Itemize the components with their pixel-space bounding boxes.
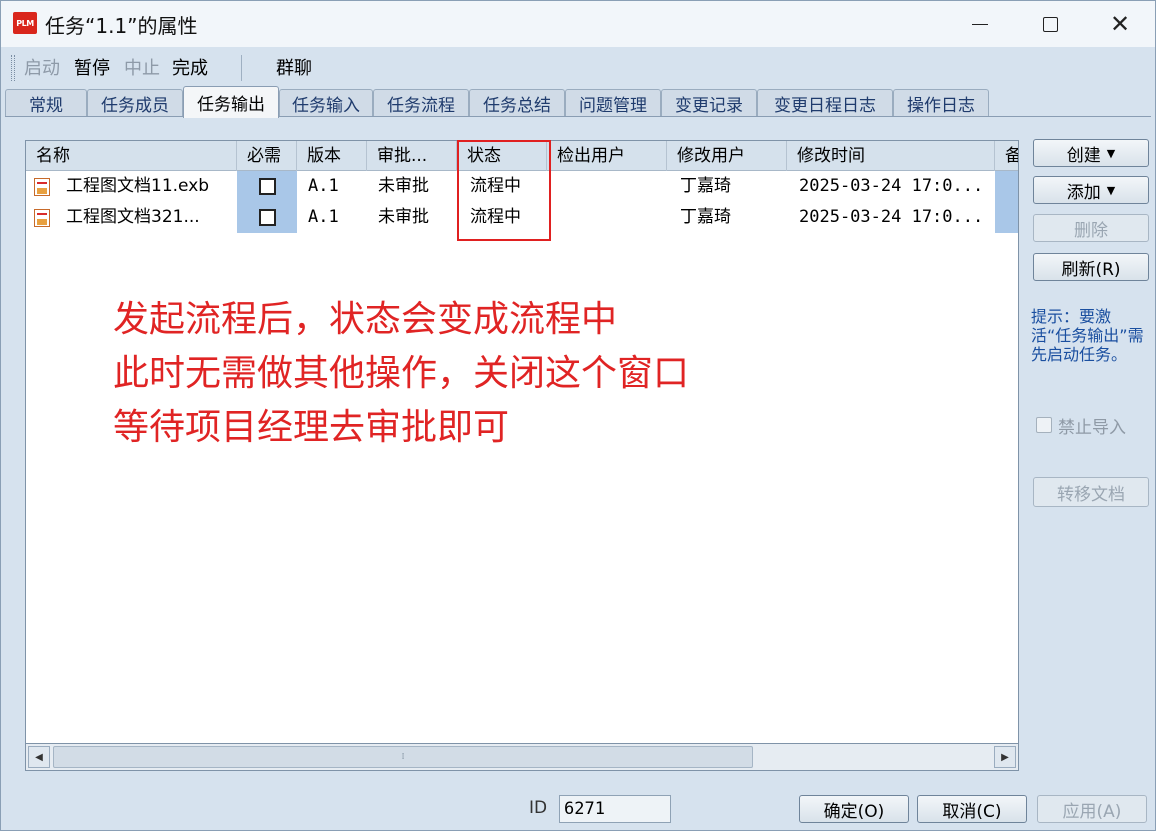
row-approval: 未审批 [378,207,429,227]
column-header-checkout-user[interactable]: 检出用户 [547,141,667,171]
refresh-button[interactable]: 刷新(R) [1033,253,1149,281]
annotation-line-3: 等待项目经理去审批即可 [113,407,510,448]
row-modify-user: 丁嘉琦 [680,207,731,227]
maximize-icon [1042,16,1058,32]
annotation-text: 发起流程后，状态会变成流程中 此时无需做其他操作，关闭这个窗口 等待项目经理去审… [113,293,689,455]
dropdown-caret-icon: ▼ [1106,183,1116,197]
minimize-icon [972,23,988,25]
add-label: 添加 [1066,182,1101,203]
minimize-button[interactable] [945,1,1015,47]
row-checkout-user [558,202,666,233]
tab-task-input[interactable]: 任务输入 [279,89,373,117]
id-label: ID [529,798,548,818]
finish-button[interactable]: 完成 [169,52,211,82]
stop-button[interactable]: 中止 [121,52,163,82]
toolbar-separator [241,55,242,81]
create-dropdown-button[interactable]: 创建 ▼ [1033,139,1149,167]
row-name: 工程图文档11.exb [66,176,210,196]
document-icon [34,209,50,227]
tab-task-summary[interactable]: 任务总结 [469,89,565,117]
row-version: A.1 [308,176,339,196]
horizontal-scrollbar[interactable]: ◀ ⁞ ▶ [25,743,1019,771]
row-checkout-user [558,171,666,202]
row-modify-user: 丁嘉琦 [680,176,731,196]
transfer-document-button[interactable]: 转移文档 [1033,477,1149,507]
tab-change-schedule-log[interactable]: 变更日程日志 [757,89,893,117]
tab-task-output[interactable]: 任务输出 [183,86,279,118]
tab-change-record[interactable]: 变更记录 [661,89,757,117]
annotation-line-2: 此时无需做其他操作，关闭这个窗口 [113,353,690,394]
row-version: A.1 [308,207,339,227]
title-bar: PLM 任务“1.1”的属性 ✕ [1,1,1155,47]
plm-app-icon: PLM [13,12,37,34]
tab-task-flow[interactable]: 任务流程 [373,89,469,117]
close-icon: ✕ [1109,10,1131,38]
cancel-button[interactable]: 取消(C) [917,795,1027,823]
row-name: 工程图文档321... [66,207,200,227]
required-checkbox[interactable] [259,178,276,195]
annotation-line-1: 发起流程后，状态会变成流程中 [113,299,618,340]
toolbar-grip-icon[interactable] [11,55,15,81]
column-header-required[interactable]: 必需 [237,141,297,171]
start-button[interactable]: 启动 [21,52,63,82]
tab-operation-log[interactable]: 操作日志 [893,89,989,117]
row-approval: 未审批 [378,176,429,196]
properties-dialog: PLM 任务“1.1”的属性 ✕ 启动 暂停 中止 完成 群聊 常规 任务成员 … [0,0,1156,831]
column-header-version[interactable]: 版本 [297,141,367,171]
add-dropdown-button[interactable]: 添加 ▼ [1033,176,1149,204]
close-button[interactable]: ✕ [1085,1,1155,47]
scroll-right-icon[interactable]: ▶ [994,746,1016,768]
dropdown-caret-icon: ▼ [1106,146,1116,160]
create-label: 创建 [1066,145,1101,166]
tab-bar: 常规 任务成员 任务输出 任务输入 任务流程 任务总结 问题管理 变更记录 变更… [1,86,1155,118]
tab-general[interactable]: 常规 [5,89,87,117]
id-field[interactable]: 6271 [559,795,671,823]
required-checkbox[interactable] [259,209,276,226]
document-icon [34,178,50,196]
apply-button[interactable]: 应用(A) [1037,795,1147,823]
row-modify-time: 2025-03-24 17:0... [799,176,984,196]
group-chat-button[interactable]: 群聊 [273,52,315,82]
column-header-modify-time[interactable]: 修改时间 [787,141,995,171]
row-modify-time: 2025-03-24 17:0... [799,207,984,227]
tab-issue-management[interactable]: 问题管理 [565,89,661,117]
column-header-name[interactable]: 名称 [26,141,237,171]
delete-button[interactable]: 删除 [1033,214,1149,242]
window-title: 任务“1.1”的属性 [45,14,198,38]
status-highlight-box [457,140,551,241]
column-header-modify-user[interactable]: 修改用户 [667,141,787,171]
hint-text: 提示：要激活“任务输出”需先启动任务。 [1031,307,1144,364]
checkbox-icon [1036,417,1052,433]
column-header-remark[interactable]: 备 [995,141,1018,171]
forbid-import-label: 禁止导入 [1058,417,1126,438]
column-header-approval[interactable]: 审批... [367,141,457,171]
forbid-import-checkbox[interactable]: 禁止导入 [1036,413,1154,438]
scroll-left-icon[interactable]: ◀ [28,746,50,768]
maximize-button[interactable] [1015,1,1085,47]
toolbar: 启动 暂停 中止 完成 群聊 [1,47,1155,87]
ok-button[interactable]: 确定(O) [799,795,909,823]
pause-button[interactable]: 暂停 [71,52,113,82]
scrollbar-thumb[interactable]: ⁞ [53,746,753,768]
tab-task-members[interactable]: 任务成员 [87,89,183,117]
